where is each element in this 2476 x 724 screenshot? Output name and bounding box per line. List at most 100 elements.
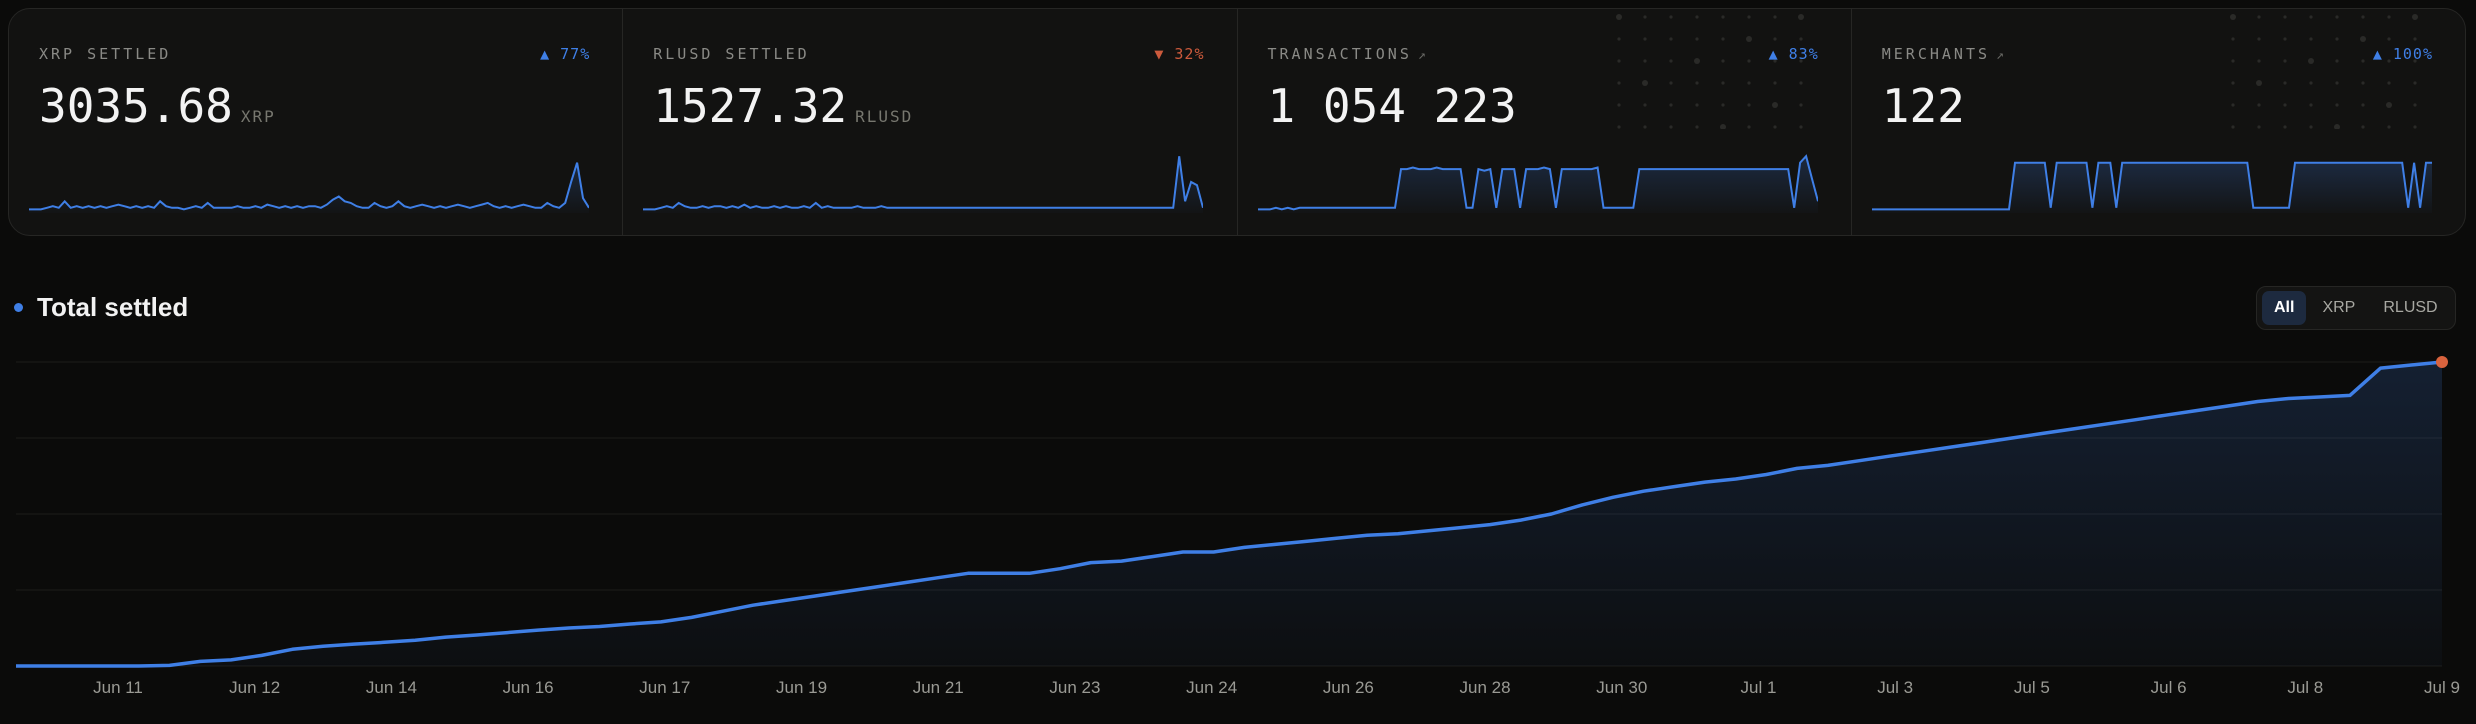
rlusd-settled-card[interactable]: RLUSD SETTLED ▼ 32% 1527.32 RLUSD	[623, 9, 1238, 235]
dot	[1617, 59, 1621, 63]
dot	[1721, 15, 1725, 19]
filter-xrp-button[interactable]: XRP	[2310, 291, 2367, 325]
sparkline-line	[29, 162, 589, 211]
dot	[1643, 15, 1647, 19]
dot	[1721, 59, 1725, 63]
x-tick-label: Jul 8	[2287, 678, 2323, 697]
x-tick-label: Jun 30	[1596, 678, 1647, 697]
x-tick-label: Jun 24	[1186, 678, 1237, 697]
external-link-icon[interactable]: ↗	[1996, 48, 2004, 63]
sparkline	[643, 156, 1204, 213]
sparkline	[29, 162, 589, 213]
dot	[2413, 81, 2417, 85]
dot	[2361, 81, 2365, 85]
sparkline-area	[1257, 156, 1818, 213]
x-tick-label: Jul 5	[2014, 678, 2050, 697]
card-unit: XRP	[240, 107, 276, 126]
dot	[1773, 125, 1777, 129]
dot	[1747, 103, 1751, 107]
x-tick-label: Jul 6	[2151, 678, 2187, 697]
latest-point-marker	[2436, 356, 2448, 368]
dot	[2387, 81, 2391, 85]
dot	[1669, 15, 1673, 19]
x-tick-label: Jun 19	[776, 678, 827, 697]
dot	[2335, 81, 2339, 85]
dot	[2387, 37, 2391, 41]
card-value: 1 054 223	[1267, 79, 1517, 133]
dot	[1617, 37, 1621, 41]
dot	[1617, 103, 1621, 107]
dot-pattern-decoration	[2230, 14, 2418, 129]
dot	[2231, 59, 2235, 63]
dot	[1799, 103, 1803, 107]
dot	[1721, 103, 1725, 107]
dot	[1719, 124, 1726, 129]
dot	[1747, 81, 1751, 85]
card-label: MERCHANTS ↗	[1881, 45, 2004, 63]
dot	[1669, 125, 1673, 129]
dot	[1771, 102, 1778, 108]
dot	[1641, 80, 1648, 86]
dot	[1747, 125, 1751, 129]
transactions-card[interactable]: TRANSACTIONS ↗ ▲ 83% 1 054 223	[1238, 9, 1852, 235]
dot	[2361, 15, 2365, 19]
dot	[2231, 125, 2235, 129]
chart-title-text: Total settled	[37, 292, 189, 322]
card-value: 1527.32 RLUSD	[653, 79, 914, 133]
dot	[1669, 81, 1673, 85]
dot	[1643, 125, 1647, 129]
dot	[2257, 125, 2261, 129]
delta-badge: ▲ 83%	[1768, 45, 1819, 63]
dot	[2257, 59, 2261, 63]
filter-all-button[interactable]: All	[2262, 291, 2307, 325]
xrp-settled-card[interactable]: XRP SETTLED ▲ 77% 3035.68 XRP	[9, 9, 624, 235]
dot	[1643, 37, 1647, 41]
dot	[1773, 15, 1777, 19]
dot	[2413, 125, 2417, 129]
dot	[2283, 125, 2287, 129]
dot	[2231, 103, 2235, 107]
dot	[2230, 14, 2236, 20]
dot	[1669, 59, 1673, 63]
card-value: 3035.68 XRP	[39, 79, 276, 133]
sparkline-area	[643, 156, 1204, 213]
delta-badge: ▲ 77%	[540, 45, 591, 63]
dot	[1745, 36, 1752, 42]
dot	[2413, 103, 2417, 107]
x-tick-label: Jun 16	[503, 678, 554, 697]
stats-cards: XRP SETTLED ▲ 77% 3035.68 XRP RLUSD SETTL…	[8, 8, 2466, 236]
x-tick-label: Jun 12	[229, 678, 280, 697]
dot	[1695, 103, 1699, 107]
dot	[1799, 37, 1803, 41]
dot	[2361, 125, 2365, 129]
dot	[2283, 103, 2287, 107]
dot	[1669, 103, 1673, 107]
dot	[1747, 15, 1751, 19]
dot	[2257, 103, 2261, 107]
dot	[1693, 58, 1700, 64]
dot	[2335, 15, 2339, 19]
dot	[2256, 80, 2262, 86]
dot	[1747, 59, 1751, 63]
dot	[1615, 14, 1622, 20]
dot-pattern-decoration	[1615, 14, 1804, 129]
merchants-card[interactable]: MERCHANTS ↗ ▲ 100% 122	[1852, 9, 2465, 235]
x-tick-label: Jun 14	[366, 678, 417, 697]
total-settled-chart[interactable]: Jun 11 Jun 12 Jun 14 Jun 16 Jun 17 Jun 19 Jun …	[0, 340, 2476, 724]
dot	[1617, 81, 1621, 85]
dot	[1669, 37, 1673, 41]
sparkline-line	[643, 156, 1204, 211]
x-tick-label: Jun 26	[1323, 678, 1374, 697]
dot	[2309, 125, 2313, 129]
dot	[2386, 102, 2392, 108]
dot	[2283, 81, 2287, 85]
dot	[2387, 125, 2391, 129]
external-link-icon[interactable]: ↗	[1418, 48, 1426, 63]
dot	[2231, 37, 2235, 41]
dot	[2412, 14, 2418, 20]
dot	[2283, 15, 2287, 19]
x-tick-label: Jul 1	[1741, 678, 1777, 697]
filter-rlusd-button[interactable]: RLUSD	[2371, 291, 2449, 325]
card-label: XRP SETTLED	[39, 45, 172, 63]
dot	[2283, 59, 2287, 63]
